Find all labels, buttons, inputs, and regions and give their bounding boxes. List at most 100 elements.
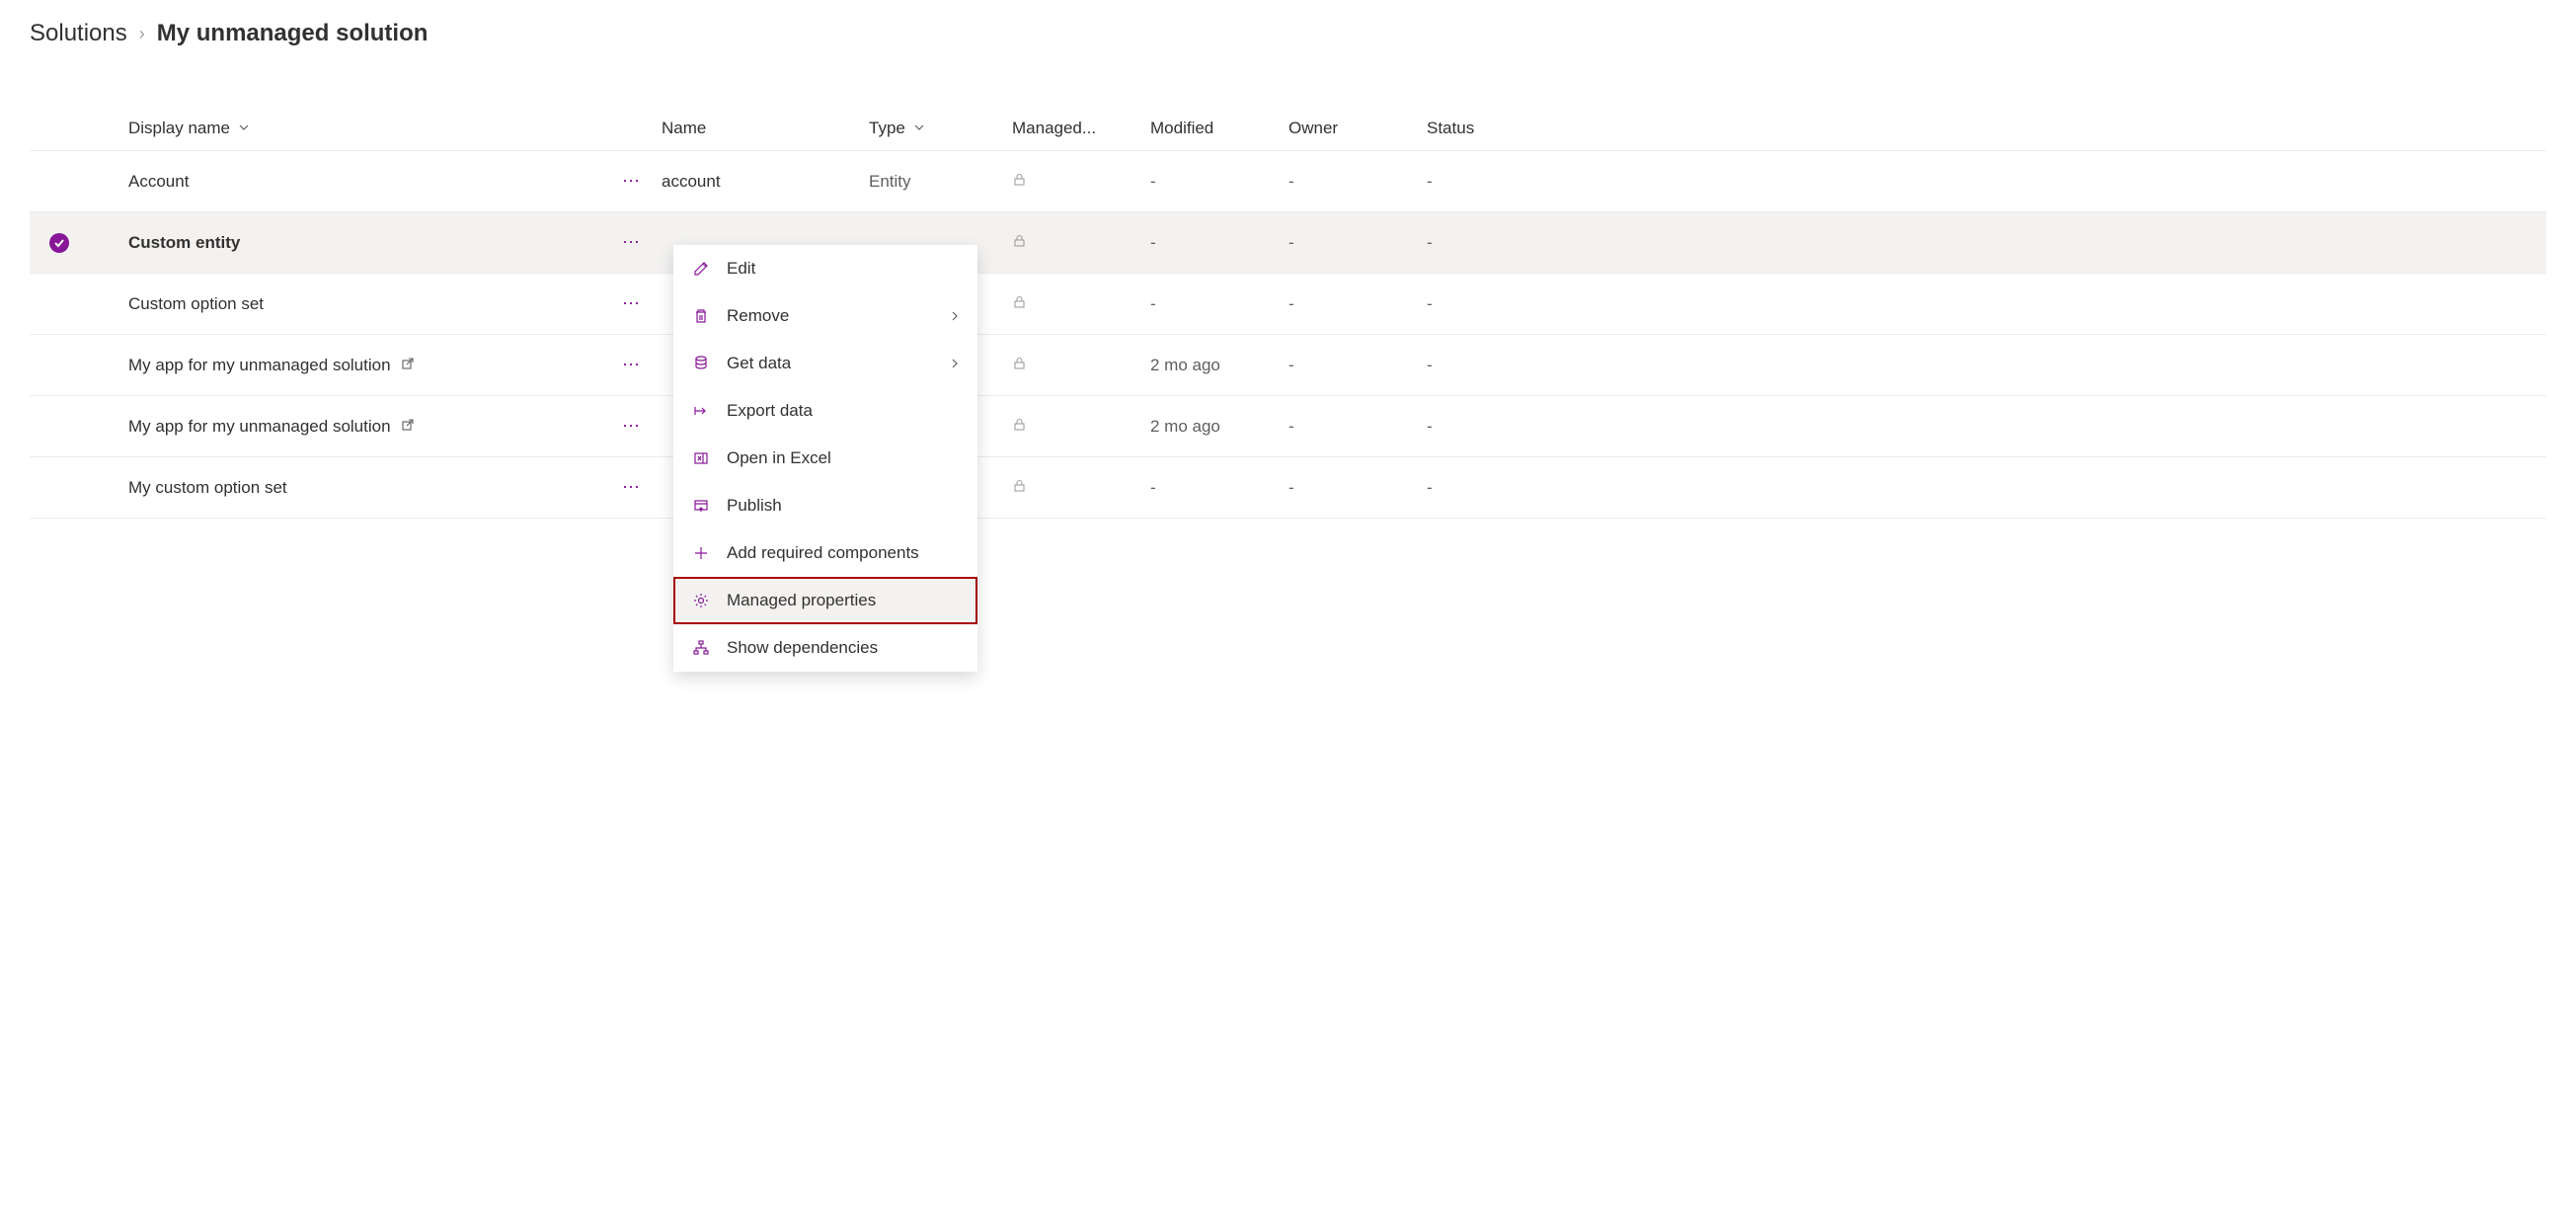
context-menu: Edit Remove Get data Export data Open in Exc…	[673, 245, 977, 672]
chevron-down-icon	[238, 121, 250, 136]
row-type-cell: Entity	[869, 172, 1012, 192]
row-owner-cell: -	[1288, 294, 1427, 314]
more-actions-button[interactable]: ⋯	[602, 171, 662, 192]
table-row[interactable]: Custom option set⋯et---	[30, 274, 2546, 335]
row-display-name-cell: Custom entity ⋯	[89, 232, 662, 253]
row-owner-cell: -	[1288, 172, 1427, 192]
menu-item-edit[interactable]: Edit	[673, 245, 977, 292]
gear-icon	[691, 591, 711, 610]
row-display-name[interactable]: My app for my unmanaged solution	[128, 356, 391, 375]
breadcrumb: Solutions › My unmanaged solution	[30, 20, 2546, 47]
row-managed-cell	[1012, 417, 1150, 437]
more-actions-button[interactable]: ⋯	[602, 416, 662, 437]
row-owner-cell: -	[1288, 356, 1427, 375]
menu-item-remove[interactable]: Remove	[673, 292, 977, 340]
table-row[interactable]: Account⋯accountEntity---	[30, 151, 2546, 212]
more-actions-button[interactable]: ⋯	[602, 355, 662, 375]
row-status-cell: -	[1427, 233, 1525, 253]
row-status-cell: -	[1427, 478, 1525, 498]
more-actions-button[interactable]: ⋯	[602, 232, 662, 253]
plus-icon	[691, 543, 711, 563]
chevron-right-icon: ›	[139, 24, 145, 44]
external-link-icon	[401, 418, 415, 435]
table-header-row: Display name Name Type Managed... Modifi…	[30, 107, 2546, 151]
row-status-cell: -	[1427, 172, 1525, 192]
row-status-cell: -	[1427, 356, 1525, 375]
lock-icon	[1012, 174, 1027, 191]
col-header-owner[interactable]: Owner	[1288, 119, 1427, 138]
hierarchy-icon	[691, 638, 711, 658]
edit-icon	[691, 259, 711, 279]
lock-icon	[1012, 419, 1027, 436]
breadcrumb-current: My unmanaged solution	[157, 20, 429, 47]
menu-item-open-in-excel[interactable]: Open in Excel	[673, 435, 977, 482]
menu-item-label: Add required components	[727, 543, 960, 563]
table-row[interactable]: My custom option set⋯et---	[30, 457, 2546, 519]
menu-item-show-dependencies[interactable]: Show dependencies	[673, 624, 977, 672]
export-icon	[691, 401, 711, 421]
menu-item-export-data[interactable]: Export data	[673, 387, 977, 435]
col-header-display-name-label: Display name	[128, 119, 230, 138]
row-display-name-cell: Custom option set ⋯	[89, 293, 662, 314]
row-modified-cell: -	[1150, 172, 1288, 192]
menu-item-label: Show dependencies	[727, 638, 960, 658]
row-modified-cell: -	[1150, 478, 1288, 498]
row-display-name[interactable]: Account	[128, 172, 189, 192]
page-root: Solutions › My unmanaged solution Displa…	[0, 0, 2576, 538]
chevron-right-icon	[950, 308, 960, 324]
col-header-display-name[interactable]: Display name	[89, 119, 662, 138]
table-row[interactable]: Custom entity⋯---	[30, 212, 2546, 274]
more-actions-button[interactable]: ⋯	[602, 293, 662, 314]
col-header-type-label: Type	[869, 119, 905, 138]
row-display-name-cell: My app for my unmanaged solution ⋯	[89, 355, 662, 375]
breadcrumb-parent-link[interactable]: Solutions	[30, 20, 127, 47]
row-display-name-cell: Account ⋯	[89, 171, 662, 192]
lock-icon	[1012, 235, 1027, 252]
row-display-name[interactable]: Custom option set	[128, 294, 264, 314]
row-owner-cell: -	[1288, 233, 1427, 253]
row-display-name[interactable]: Custom entity	[128, 233, 240, 253]
row-managed-cell	[1012, 356, 1150, 375]
table-row[interactable]: My app for my unmanaged solution⋯ensior2…	[30, 396, 2546, 457]
menu-item-label: Managed properties	[727, 591, 960, 610]
checkmark-icon	[49, 233, 69, 253]
lock-icon	[1012, 296, 1027, 313]
row-display-name-cell: My app for my unmanaged solution ⋯	[89, 416, 662, 437]
col-header-name[interactable]: Name	[662, 119, 869, 138]
menu-item-publish[interactable]: Publish	[673, 482, 977, 529]
trash-icon	[691, 306, 711, 326]
col-header-modified[interactable]: Modified	[1150, 119, 1288, 138]
lock-icon	[1012, 358, 1027, 374]
row-select-cell[interactable]	[30, 233, 89, 253]
table-body: Account⋯accountEntity---Custom entity⋯--…	[30, 151, 2546, 519]
menu-item-add-required-components[interactable]: Add required components	[673, 529, 977, 577]
table-row[interactable]: My app for my unmanaged solution⋯iven A2…	[30, 335, 2546, 396]
row-managed-cell	[1012, 233, 1150, 253]
menu-item-managed-properties[interactable]: Managed properties	[673, 577, 977, 624]
lock-icon	[1012, 480, 1027, 497]
menu-item-label: Edit	[727, 259, 960, 279]
menu-item-label: Get data	[727, 354, 934, 373]
row-display-name[interactable]: My custom option set	[128, 478, 287, 498]
menu-item-label: Publish	[727, 496, 960, 516]
col-header-status[interactable]: Status	[1427, 119, 1525, 138]
excel-icon	[691, 448, 711, 468]
row-owner-cell: -	[1288, 417, 1427, 437]
row-name-cell: account	[662, 172, 869, 192]
row-display-name-cell: My custom option set ⋯	[89, 477, 662, 498]
menu-item-get-data[interactable]: Get data	[673, 340, 977, 387]
row-managed-cell	[1012, 478, 1150, 498]
col-header-managed[interactable]: Managed...	[1012, 119, 1150, 138]
row-managed-cell	[1012, 172, 1150, 192]
publish-icon	[691, 496, 711, 516]
row-modified-cell: -	[1150, 294, 1288, 314]
row-managed-cell	[1012, 294, 1150, 314]
solution-table: Display name Name Type Managed... Modifi…	[30, 107, 2546, 519]
row-owner-cell: -	[1288, 478, 1427, 498]
more-actions-button[interactable]: ⋯	[602, 477, 662, 498]
col-header-type[interactable]: Type	[869, 119, 1012, 138]
row-modified-cell: 2 mo ago	[1150, 417, 1288, 437]
row-display-name[interactable]: My app for my unmanaged solution	[128, 417, 391, 437]
menu-item-label: Open in Excel	[727, 448, 960, 468]
row-modified-cell: 2 mo ago	[1150, 356, 1288, 375]
